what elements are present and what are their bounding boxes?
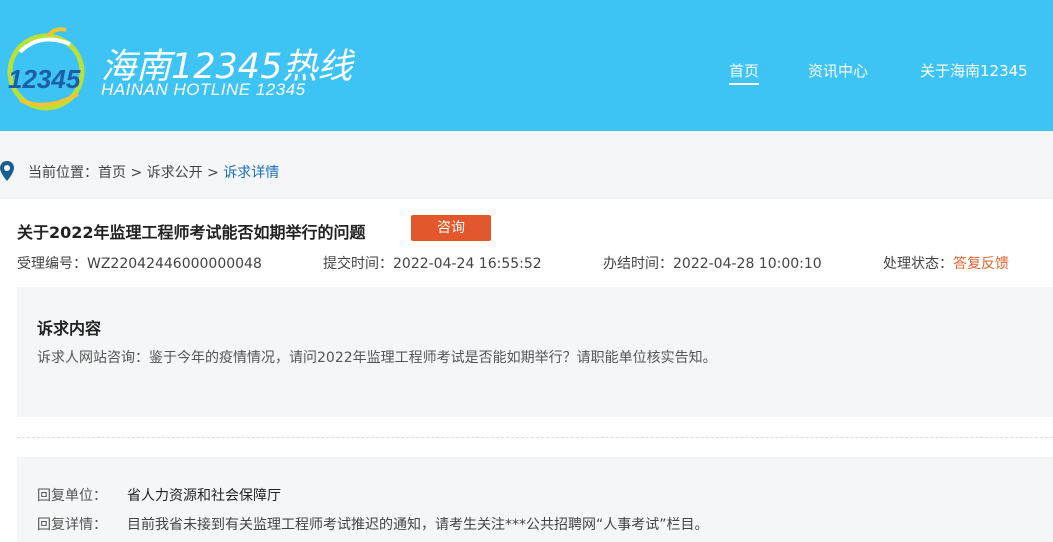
reply-unit-label: 回复单位： xyxy=(37,488,107,504)
breadcrumb-bar: 当前位置：首页 > 诉求公开 > 诉求详情 xyxy=(0,131,1053,199)
reply-detail-row: 回复详情： 目前我省未接到有关监理工程师考试推迟的通知，请考生关注***公共招聘网… xyxy=(37,514,709,534)
reply-unit-value: 省人力资源和社会保障厅 xyxy=(127,488,281,504)
location-pin-icon xyxy=(0,161,14,181)
section-divider xyxy=(17,437,1053,438)
finish-time-label: 办结时间： xyxy=(603,256,673,272)
request-text: 诉求人网站咨询：鉴于今年的疫情情况，请问2022年监理工程师考试是否能如期举行？… xyxy=(37,350,717,366)
breadcrumb-current: 诉求详情 xyxy=(223,165,280,181)
request-panel: 诉求内容 诉求人网站咨询：鉴于今年的疫情情况，请问2022年监理工程师考试是否能… xyxy=(17,287,1053,417)
submit-time: 提交时间：2022-04-24 16:55:52 xyxy=(323,253,542,273)
breadcrumb-home[interactable]: 首页 xyxy=(98,165,126,181)
finish-time: 办结时间：2022-04-28 10:00:10 xyxy=(603,253,822,273)
request-title: 诉求内容 xyxy=(37,319,102,338)
nav-news-center[interactable]: 资讯中心 xyxy=(808,60,868,81)
brand-subtitle: HAINAN HOTLINE 12345 xyxy=(101,80,306,99)
reply-unit-row: 回复单位： 省人力资源和社会保障厅 xyxy=(37,485,281,505)
status-label: 处理状态： xyxy=(883,256,953,272)
finish-time-value: 2022-04-28 10:00:10 xyxy=(673,256,822,272)
breadcrumb-section[interactable]: 诉求公开 xyxy=(147,165,203,181)
site-header: 12345 海南12345热线 HAINAN HOTLINE 12345 首页 … xyxy=(0,0,1053,131)
submit-time-label: 提交时间： xyxy=(323,256,393,272)
status-value: 答复反馈 xyxy=(953,256,1009,272)
reply-detail-value: 目前我省未接到有关监理工程师考试推迟的通知，请考生关注***公共招聘网“人事考试… xyxy=(127,517,709,533)
case-id-label: 受理编号： xyxy=(17,256,87,272)
case-id: 受理编号：WZ22042446000000048 xyxy=(17,253,262,273)
hotline-logo-icon[interactable]: 12345 xyxy=(0,22,92,112)
process-status: 处理状态：答复反馈 xyxy=(883,253,1009,273)
nav-home[interactable]: 首页 xyxy=(729,60,760,85)
breadcrumb-separator: > xyxy=(126,165,147,181)
breadcrumb: 当前位置：首页 > 诉求公开 > 诉求详情 xyxy=(28,162,279,182)
reply-detail-label: 回复详情： xyxy=(37,517,107,533)
breadcrumb-separator: > xyxy=(202,165,224,181)
case-id-value: WZ22042446000000048 xyxy=(87,256,262,272)
case-title: 关于2022年监理工程师考试能否如期举行的问题 xyxy=(17,223,366,242)
logo-number: 12345 xyxy=(8,64,81,94)
breadcrumb-prefix: 当前位置： xyxy=(28,165,98,181)
case-type-badge: 咨询 xyxy=(411,215,491,241)
nav-about[interactable]: 关于海南12345 xyxy=(920,60,1028,81)
case-detail: 关于2022年监理工程师考试能否如期举行的问题 咨询 受理编号：WZ220424… xyxy=(0,199,1053,542)
reply-panel: 回复单位： 省人力资源和社会保障厅 回复详情： 目前我省未接到有关监理工程师考试推迟… xyxy=(17,457,1053,542)
submit-time-value: 2022-04-24 16:55:52 xyxy=(393,256,542,272)
